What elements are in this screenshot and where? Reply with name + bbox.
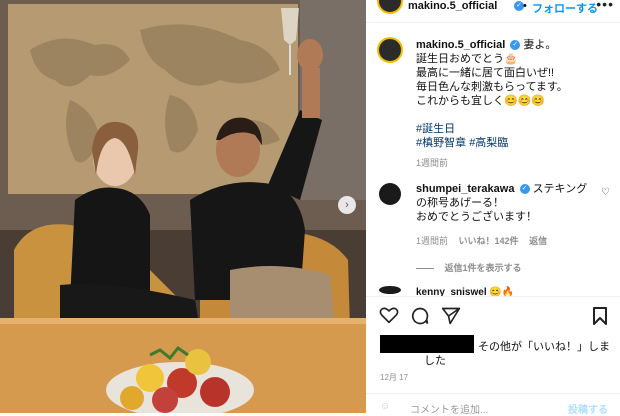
caption-block: makino.5_official ✓ 妻よ。 誕生日おめでとう🎂 最高に一緒に… [416, 38, 612, 169]
post-date: 12月 17 [380, 373, 409, 382]
redacted-username [380, 335, 474, 353]
hashtag-link[interactable]: #高梨臨 [469, 137, 508, 149]
comment-text-1: ステキング [532, 183, 588, 195]
likes-summary-text: その他が「いいね！」しま [478, 341, 610, 353]
likes-summary-continued: した [424, 355, 446, 367]
save-bookmark-icon[interactable] [592, 306, 608, 326]
caption-username[interactable]: makino.5_official [416, 39, 505, 51]
hashtag-link[interactable]: #槙野智章 [416, 137, 466, 149]
smiley-emoji-icon[interactable]: ☺ [380, 401, 390, 412]
comment-text-2: の称号あげーる！ [416, 197, 504, 209]
caption-avatar[interactable] [377, 37, 403, 63]
action-bar [366, 296, 620, 336]
caption-line-4: 毎日色んな刺激もらってます。 [416, 81, 568, 93]
post-comment-button[interactable]: 投稿する [568, 401, 608, 416]
share-send-icon[interactable] [441, 306, 461, 326]
follow-button[interactable]: フォローする [532, 0, 598, 16]
comment-like-heart-icon[interactable]: ♡ [601, 187, 610, 198]
post-side-panel: makino.5_official ✓ • フォローする ••• makino.… [366, 0, 620, 416]
verified-badge-icon: ✓ [510, 40, 521, 51]
comment-bubble-icon[interactable] [410, 306, 430, 326]
next-image-button[interactable]: › [338, 196, 356, 214]
post-photo: › [0, 0, 366, 413]
caption-line-1: 妻よ。 [523, 39, 557, 51]
comment-text-3: おめでとうございます！ [416, 211, 537, 223]
replies-line [416, 268, 434, 270]
comment-username[interactable]: shumpei_terakawa [416, 183, 514, 195]
author-avatar[interactable] [377, 0, 403, 14]
comment-timestamp: 1週間前 [416, 236, 449, 246]
photo-image [0, 0, 366, 413]
add-comment-input[interactable]: コメントを追加... [410, 401, 488, 416]
comment-item: shumpei_terakawa ✓ ステキング の称号あげーる！ おめでとうご… [416, 182, 596, 274]
likes-summary: その他が「いいね！」しま [478, 338, 610, 354]
caption-line-3: 最高に一緒に居て面白いぜ!! [416, 67, 555, 79]
caption-timestamp: 1週間前 [416, 158, 449, 168]
comment-likes[interactable]: いいね！142件 [459, 236, 519, 246]
comment-reply-button[interactable]: 返信 [529, 236, 547, 246]
view-replies-button[interactable]: 返信1件を表示する [445, 263, 522, 273]
more-options-icon[interactable]: ••• [596, 0, 614, 12]
caption-line-2: 誕生日おめでとう🎂 [416, 53, 518, 65]
separator-dot: • [523, 0, 527, 12]
commenter-avatar[interactable] [379, 183, 401, 205]
header-divider [366, 22, 620, 23]
comment-box-divider [366, 393, 620, 394]
verified-badge-icon: ✓ [519, 184, 530, 195]
caption-line-5: これからも宜しく😊😊😊 [416, 95, 546, 107]
like-heart-icon[interactable] [379, 306, 399, 324]
author-username[interactable]: makino.5_official [408, 0, 497, 12]
hashtag-link[interactable]: #誕生日 [416, 122, 612, 136]
partial-commenter-avatar[interactable] [379, 286, 401, 294]
